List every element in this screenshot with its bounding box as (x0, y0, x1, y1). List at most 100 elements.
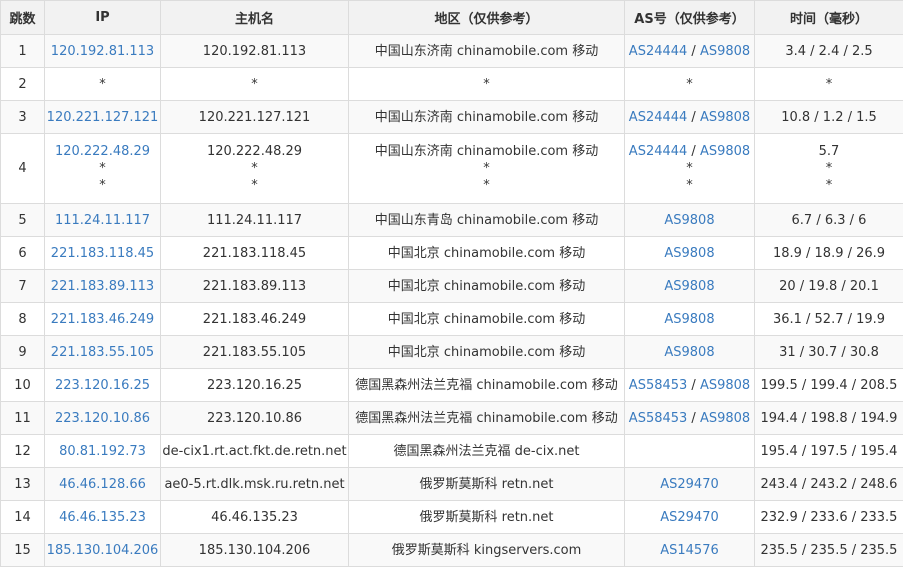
header-as: AS号（仅供参考） (624, 0, 755, 35)
table-row: 10 223.120.16.25 223.120.16.25 德国黑森州法兰克福 ch… (0, 368, 903, 402)
as-cell: AS24444 / AS9808 (624, 100, 755, 134)
as-cell: AS24444 / AS9808 * * (624, 133, 755, 204)
as-link[interactable]: AS9808 (700, 378, 750, 393)
as-link[interactable]: AS24444 (629, 44, 688, 59)
as-link[interactable]: AS9808 (700, 110, 750, 125)
region-text: 中国北京 chinamobile.com 移动 (387, 311, 586, 327)
ip-link[interactable]: 221.183.46.249 (46, 311, 160, 328)
hostname-cell: de-cix1.rt.act.fkt.de.retn.net (160, 434, 349, 468)
as-link[interactable]: AS58453 (629, 378, 688, 393)
as-link[interactable]: AS9808 (700, 411, 750, 426)
header-hostname: 主机名 (160, 0, 349, 35)
region-text: 中国北京 chinamobile.com 移动 (387, 278, 586, 294)
time-text: 194.4 / 198.8 / 194.9 (760, 410, 898, 426)
table-row: 3 120.221.127.121 120.221.127.121 中国山东济南 ch… (0, 100, 903, 134)
region-text: 中国北京 chinamobile.com 移动 (387, 344, 586, 360)
hop-cell: 1 (0, 34, 45, 68)
as-link[interactable]: AS24444 (629, 110, 688, 125)
as-link[interactable]: AS9808 (664, 279, 714, 294)
time-cell: 194.4 / 198.8 / 194.9 (754, 401, 903, 435)
ip-link[interactable]: 46.46.128.66 (46, 476, 160, 493)
hostname-text: 111.24.11.117 (206, 212, 303, 228)
ip-cell: 46.46.128.66 (44, 467, 161, 501)
region-text: 中国山东青岛 chinamobile.com 移动 (374, 212, 599, 228)
hostname-text: * (251, 76, 258, 92)
hostname-cell: 221.183.55.105 (160, 335, 349, 369)
time-text: 195.4 / 197.5 / 195.4 (760, 443, 898, 459)
ip-link[interactable]: 111.24.11.117 (46, 212, 160, 229)
region-text: 俄罗斯莫斯科 retn.net (419, 476, 554, 492)
hop-cell: 12 (0, 434, 45, 468)
table-row: 4 120.222.48.29 * * 120.222.48.29 * * 中国山东济南 ch… (0, 133, 903, 204)
ip-link[interactable]: 120.221.127.121 (46, 109, 160, 126)
ip-link[interactable]: 221.183.89.113 (46, 278, 160, 295)
hostname-text: * (251, 178, 258, 193)
ip-link[interactable]: 221.183.118.45 (46, 245, 160, 262)
region-cell: 中国山东济南 chinamobile.com 移动 * * (348, 133, 625, 204)
hostname-cell: 111.24.11.117 (160, 203, 349, 237)
region-cell: 中国北京 chinamobile.com 移动 (348, 302, 625, 336)
hop-cell: 4 (0, 133, 45, 204)
region-cell: 中国山东青岛 chinamobile.com 移动 (348, 203, 625, 237)
hostname-cell: 221.183.89.113 (160, 269, 349, 303)
region-cell: 中国北京 chinamobile.com 移动 (348, 269, 625, 303)
hostname-cell: ae0-5.rt.dlk.msk.ru.retn.net (160, 467, 349, 501)
as-placeholder: * (686, 178, 693, 193)
as-link[interactable]: AS14576 (660, 543, 719, 558)
as-cell: AS29470 (624, 500, 755, 534)
ip-link[interactable]: 185.130.104.206 (46, 542, 160, 559)
ip-link[interactable]: 120.192.81.113 (46, 43, 160, 60)
ip-link[interactable]: 223.120.16.25 (46, 377, 160, 394)
time-text: 232.9 / 233.6 / 233.5 (760, 509, 898, 525)
as-link[interactable]: AS9808 (700, 144, 750, 159)
time-text: 235.5 / 235.5 / 235.5 (760, 542, 898, 558)
region-text: 德国黑森州法兰克福 de-cix.net (393, 443, 580, 459)
as-cell: AS9808 (624, 335, 755, 369)
as-link[interactable]: AS9808 (664, 312, 714, 327)
as-cell: AS9808 (624, 203, 755, 237)
time-text: 3.4 / 2.4 / 2.5 (785, 43, 873, 59)
hop-cell: 3 (0, 100, 45, 134)
as-link[interactable]: AS29470 (660, 510, 719, 525)
ip-link[interactable]: 46.46.135.23 (46, 509, 160, 526)
hop-cell: 7 (0, 269, 45, 303)
time-text: * (825, 76, 833, 92)
ip-placeholder: * (99, 161, 106, 176)
region-text: 德国黑森州法兰克福 chinamobile.com 移动 (355, 377, 618, 393)
hostname-text: 221.183.118.45 (202, 245, 307, 261)
region-cell: 中国北京 chinamobile.com 移动 (348, 236, 625, 270)
ip-link[interactable]: 223.120.10.86 (46, 410, 160, 427)
hostname-cell: 221.183.46.249 (160, 302, 349, 336)
as-link[interactable]: AS24444 (629, 144, 688, 159)
ip-link[interactable]: 120.222.48.29 (46, 143, 160, 160)
as-separator: / (687, 109, 700, 125)
hostname-cell: 120.222.48.29 * * (160, 133, 349, 204)
hostname-text: ae0-5.rt.dlk.msk.ru.retn.net (164, 476, 345, 492)
as-link[interactable]: AS58453 (629, 411, 688, 426)
as-link[interactable]: AS29470 (660, 477, 719, 492)
as-line: AS24444 / AS9808 (626, 109, 754, 126)
hostname-cell: * (160, 67, 349, 101)
hop-cell: 11 (0, 401, 45, 435)
ip-link[interactable]: 221.183.55.105 (46, 344, 160, 361)
as-line: AS9808 (626, 344, 754, 361)
as-line: AS14576 (626, 542, 754, 559)
hop-cell: 9 (0, 335, 45, 369)
as-line: * (626, 160, 754, 177)
header-hop: 跳数 (0, 0, 45, 35)
time-cell: 18.9 / 18.9 / 26.9 (754, 236, 903, 270)
table-row: 1 120.192.81.113 120.192.81.113 中国山东济南 chin… (0, 34, 903, 68)
as-cell: AS9808 (624, 236, 755, 270)
hop-cell: 8 (0, 302, 45, 336)
as-link[interactable]: AS9808 (700, 44, 750, 59)
as-link[interactable]: AS9808 (664, 246, 714, 261)
as-line: AS9808 (626, 212, 754, 229)
hostname-text: 120.222.48.29 (206, 144, 303, 159)
as-link[interactable]: AS9808 (664, 213, 714, 228)
time-cell: 235.5 / 235.5 / 235.5 (754, 533, 903, 567)
as-link[interactable]: AS9808 (664, 345, 714, 360)
time-cell: 195.4 / 197.5 / 195.4 (754, 434, 903, 468)
table-row: 11 223.120.10.86 223.120.10.86 德国黑森州法兰克福 ch… (0, 401, 903, 435)
ip-link[interactable]: 80.81.192.73 (46, 443, 160, 460)
table-row: 12 80.81.192.73 de-cix1.rt.act.fkt.de.retn… (0, 434, 903, 468)
